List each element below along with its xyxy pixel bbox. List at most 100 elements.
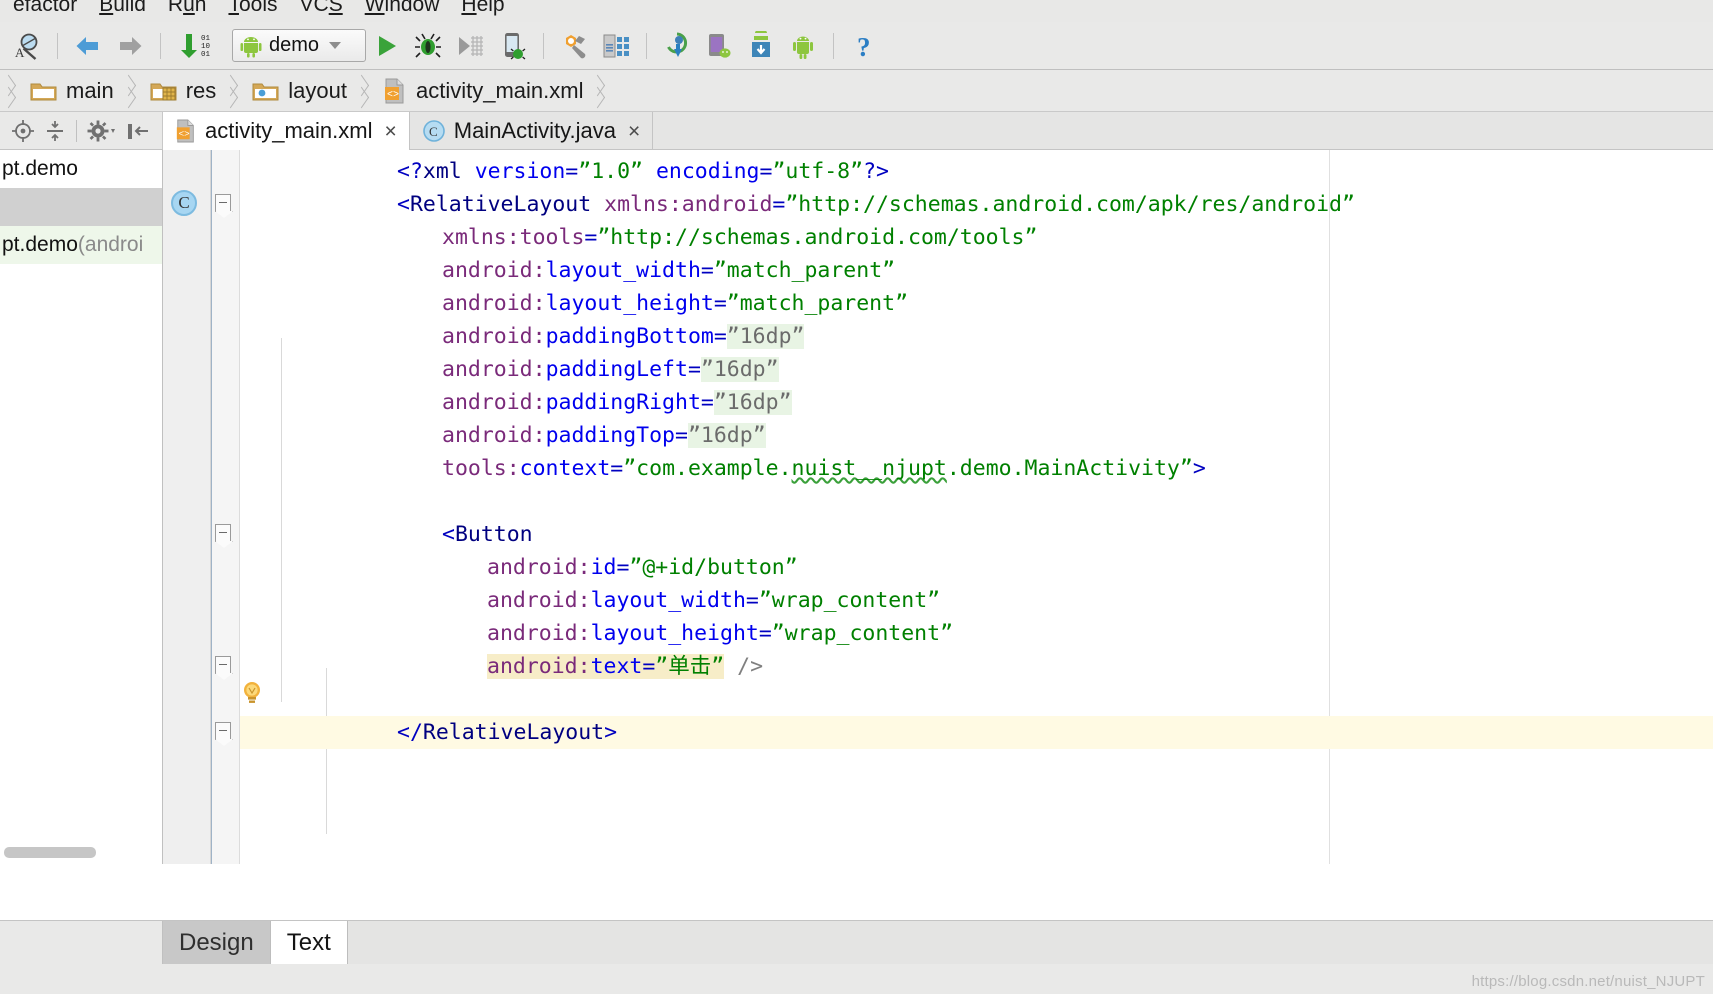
locate-in-tree-button[interactable] [8,116,38,146]
code-token: id [590,555,617,580]
code-folding-rail[interactable] [212,150,240,864]
code-line[interactable]: android:layout_width=”wrap_content” [487,584,940,617]
fold-marker-button[interactable] [215,524,231,542]
compile-button[interactable]: 01 10 01 [170,27,228,65]
menu-item-refactor[interactable]: efactor [2,0,88,16]
layout-folder-icon [252,83,279,100]
menu-item-window[interactable]: Window [354,0,451,16]
fold-marker-relativelayout[interactable] [215,194,231,212]
breadcrumb-item-main[interactable]: main [16,70,120,111]
code-line[interactable]: android:paddingTop=”16dp” [442,419,766,452]
code-token: xmlns:tools [442,225,585,250]
svg-text:A: A [15,45,25,60]
code-token: paddingLeft [545,357,688,382]
code-line[interactable]: android:paddingRight=”16dp” [442,386,792,419]
project-tree-item[interactable]: pt.demo [0,150,162,188]
code-token: > [1192,456,1206,481]
code-token: paddingBottom [545,324,714,349]
collapse-all-icon [47,120,63,141]
navigate-back-button[interactable] [67,27,109,65]
menu-item-build[interactable]: Build [88,0,157,16]
svg-text:<>: <> [387,90,399,101]
fold-marker-relativelayout-end[interactable] [215,722,231,740]
tab-design[interactable]: Design [163,921,271,964]
run-with-coverage-button[interactable] [450,27,492,65]
help-button[interactable]: ? [843,27,885,65]
fold-marker-button-end[interactable] [215,656,231,674]
sdk-manager-button[interactable] [553,27,595,65]
menu-item-help[interactable]: Help [450,0,515,16]
sync-gradle-button[interactable] [656,27,698,65]
run-button[interactable] [366,27,408,65]
code-token: </ [397,720,423,745]
code-token: ”16dp” [687,423,766,448]
project-pane-toolbar [0,112,163,149]
code-token: = [700,390,714,415]
code-line[interactable]: tools:context=”com.example.nuist__njupt.… [442,452,1206,485]
menu-item-vcs[interactable]: VCS [289,0,354,16]
tab-text[interactable]: Text [270,921,348,964]
editor-tab-activity-main-xml[interactable]: <> activity_main.xml × [163,112,410,150]
svg-text:<>: <> [179,129,190,140]
breadcrumb-item-activity-main-xml[interactable]: <> activity_main.xml [369,70,589,111]
code-token: android: [442,258,546,283]
search-everywhere-button[interactable]: A [6,27,48,65]
project-horizontal-scrollbar[interactable] [4,847,159,858]
project-tree-item-selected[interactable] [0,188,162,226]
menu-item-tools[interactable]: Tools [217,0,288,16]
run-configuration-selector[interactable]: demo [232,29,366,62]
editor-gutter[interactable] [163,150,211,864]
code-token: ”com.example. [623,456,792,481]
code-line[interactable]: <Button [442,518,533,551]
scrollbar-thumb[interactable] [4,847,96,858]
breadcrumb-label: main [66,77,114,103]
code-line[interactable]: android:paddingBottom=”16dp” [442,320,805,353]
close-icon[interactable]: × [628,121,640,142]
breadcrumb-item-layout[interactable]: layout [238,70,353,111]
layout-inspector-button[interactable] [595,27,637,65]
code-line[interactable]: android:layout_height=”match_parent” [442,287,908,320]
collapse-all-button[interactable] [40,116,70,146]
settings-button[interactable] [83,116,121,146]
close-icon[interactable]: × [384,121,396,142]
editor-tab-label: MainActivity.java [453,118,616,143]
code-token: paddingRight [545,390,701,415]
navigate-forward-button[interactable] [109,27,151,65]
sdk-download-button[interactable] [740,27,782,65]
code-line[interactable]: </RelativeLayout> [397,716,617,749]
code-token: = [642,654,656,679]
code-text-area[interactable]: <?xml version=”1.0” encoding=”utf-8”?> <R… [240,150,1713,864]
code-token: > [604,720,618,745]
editor-mode-tabs: Design Text [0,920,1713,964]
main-toolbar: A 01 10 01 demo ? [0,22,1713,70]
code-line[interactable]: android:id=”@+id/button” [487,551,798,584]
code-line[interactable]: android:paddingLeft=”16dp” [442,353,779,386]
menu-item-run[interactable]: Run [157,0,218,16]
hide-panel-button[interactable] [123,116,153,146]
code-line[interactable]: android:text=”单击” /> [487,650,763,683]
android-device-monitor-button[interactable] [782,27,824,65]
code-line[interactable]: xmlns:tools=”http://schemas.android.com/… [442,221,1037,254]
breadcrumb-item-res[interactable]: res [136,70,223,111]
avd-manager-button[interactable] [698,27,740,65]
code-editor[interactable]: C <?xml version=”1.0” encoding=”utf-8”?>… [163,150,1713,864]
profiler-button[interactable] [492,27,534,65]
code-token: xml [422,159,462,184]
project-tree-item-highlighted[interactable]: pt.demo (androi [0,226,162,264]
code-token: = [759,159,773,184]
project-tool-window[interactable]: pt.demo pt.demo (androi [0,150,163,864]
code-line[interactable]: <RelativeLayout xmlns:android=”http://sc… [397,188,1355,221]
xml-file-icon: <> [176,119,194,143]
folder-icon [30,83,57,100]
debug-button[interactable] [408,27,450,65]
settings-gear-icon [87,120,115,141]
project-tree-label: pt.demo [2,233,78,256]
code-line[interactable]: android:layout_height=”wrap_content” [487,617,953,650]
forward-arrow-icon [120,36,142,55]
editor-tab-mainactivity-java[interactable]: C MainActivity.java × [410,112,654,150]
code-line[interactable]: android:layout_width=”match_parent” [442,254,895,287]
code-token: ”utf-8” [772,159,864,184]
code-line[interactable]: <?xml version=”1.0” encoding=”utf-8”?> [397,155,889,188]
class-marker-icon[interactable]: C [171,190,197,216]
